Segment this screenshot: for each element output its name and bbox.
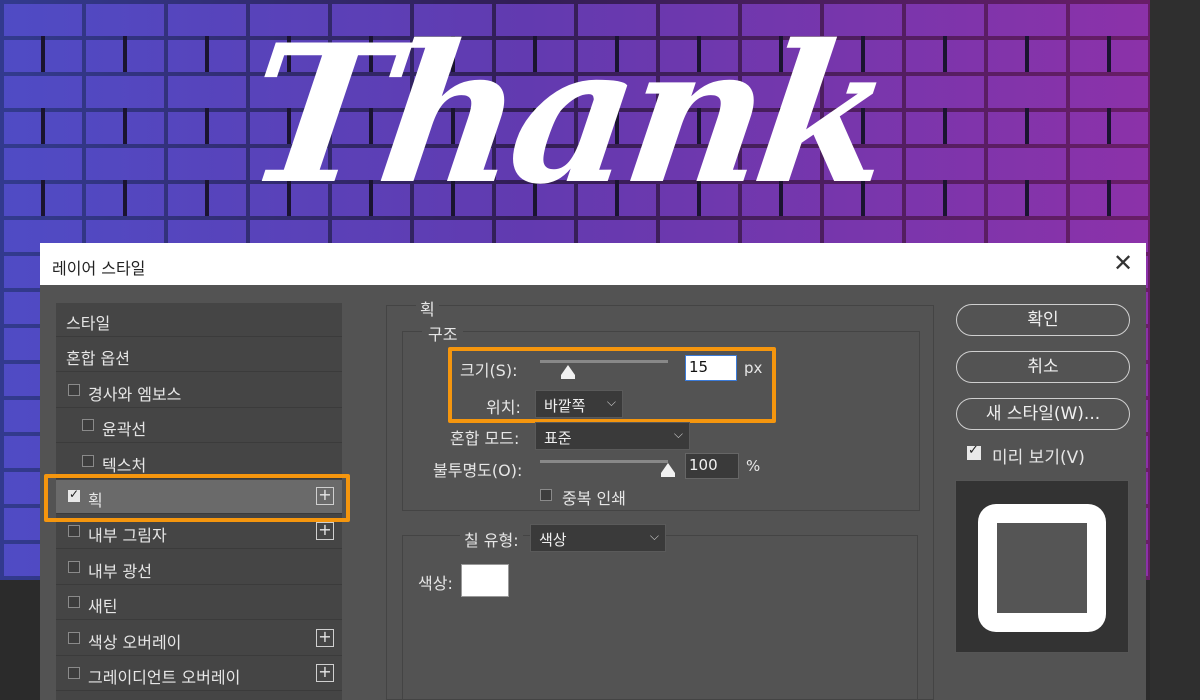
- style-label: 새틴: [88, 597, 118, 617]
- style-checkbox[interactable]: [82, 454, 94, 467]
- style-checkbox[interactable]: [68, 596, 80, 609]
- opacity-label: 불투명도(O):: [433, 461, 523, 480]
- preview-stroke-shape: [978, 504, 1106, 632]
- preview-fill-shape: [997, 523, 1087, 613]
- style-label: 내부 광선: [88, 561, 152, 581]
- style-label: 스타일: [66, 314, 111, 333]
- add-effect-icon[interactable]: +: [316, 664, 334, 682]
- fill-type-label: 칠 유형:: [460, 527, 523, 551]
- opacity-input[interactable]: 100: [685, 453, 739, 479]
- style-label: 윤곽선: [102, 420, 147, 440]
- dialog-titlebar: 레이어 스타일 ✕: [40, 243, 1146, 285]
- styles-list-item[interactable]: 색상 오버레이 +: [56, 622, 342, 656]
- blend-mode-label: 혼합 모드:: [450, 429, 520, 448]
- new-style-button[interactable]: 새 스타일(W)...: [956, 398, 1130, 430]
- color-swatch[interactable]: [461, 564, 509, 597]
- chevron-down-icon: ⌵: [649, 529, 659, 543]
- layer-style-dialog: 레이어 스타일 ✕ 스타일혼합 옵션경사와 엠보스윤곽선텍스처 획 + 내부 그림자 +…: [40, 243, 1146, 700]
- dialog-title: 레이어 스타일: [52, 259, 146, 278]
- styles-list-item[interactable]: 그레이디언트 오버레이 +: [56, 657, 342, 691]
- style-preview: [955, 480, 1129, 653]
- section-title: 획: [416, 296, 439, 320]
- styles-list-item[interactable]: 내부 광선: [56, 551, 342, 585]
- add-effect-icon[interactable]: +: [316, 522, 334, 541]
- chevron-down-icon: ⌵: [673, 427, 683, 441]
- color-label: 색상:: [418, 574, 453, 593]
- style-checkbox[interactable]: [68, 560, 80, 573]
- canvas-text: Thank: [234, 3, 899, 226]
- styles-list-item[interactable]: 혼합 옵션: [56, 338, 342, 373]
- style-checkbox[interactable]: [68, 667, 80, 679]
- style-checkbox[interactable]: [82, 419, 94, 432]
- ok-button[interactable]: 확인: [956, 304, 1130, 336]
- fill-type-value: 색상: [539, 531, 567, 549]
- highlight-size-position: [448, 347, 776, 423]
- fill-type-dropdown[interactable]: 색상 ⌵: [530, 524, 666, 552]
- styles-list-item[interactable]: 경사와 엠보스: [56, 374, 342, 408]
- style-label: 색상 오버레이: [88, 632, 182, 652]
- add-effect-icon[interactable]: +: [316, 628, 334, 647]
- style-label: 경사와 엠보스: [88, 384, 182, 404]
- overprint-label: 중복 인쇄: [562, 489, 626, 508]
- opacity-slider[interactable]: [540, 460, 668, 463]
- fill-group: [402, 535, 918, 700]
- preview-label: 미리 보기(V): [992, 448, 1085, 468]
- styles-list-item[interactable]: 윤곽선: [56, 409, 342, 444]
- preview-checkbox[interactable]: [967, 443, 981, 460]
- style-label: 혼합 옵션: [66, 349, 130, 369]
- structure-title: 구조: [422, 321, 464, 345]
- style-checkbox[interactable]: [68, 631, 80, 644]
- blend-mode-dropdown[interactable]: 표준 ⌵: [535, 422, 690, 450]
- style-label: 그레이디언트 오버레이: [88, 668, 241, 687]
- style-checkbox[interactable]: [68, 525, 80, 538]
- opacity-slider-thumb[interactable]: [661, 463, 675, 477]
- close-icon[interactable]: ✕: [1108, 249, 1138, 279]
- styles-list-item[interactable]: 새틴: [56, 586, 342, 621]
- opacity-unit: %: [746, 457, 761, 475]
- workspace-edge: [1150, 0, 1200, 700]
- highlight-stroke-item: [44, 474, 350, 522]
- style-checkbox[interactable]: [68, 383, 80, 396]
- style-label: 내부 그림자: [88, 526, 167, 546]
- cancel-button[interactable]: 취소: [956, 351, 1130, 383]
- blend-mode-value: 표준: [544, 429, 572, 447]
- style-label: 텍스처: [102, 455, 147, 475]
- overprint-checkbox[interactable]: [540, 489, 552, 501]
- styles-list-item[interactable]: 스타일: [56, 303, 342, 337]
